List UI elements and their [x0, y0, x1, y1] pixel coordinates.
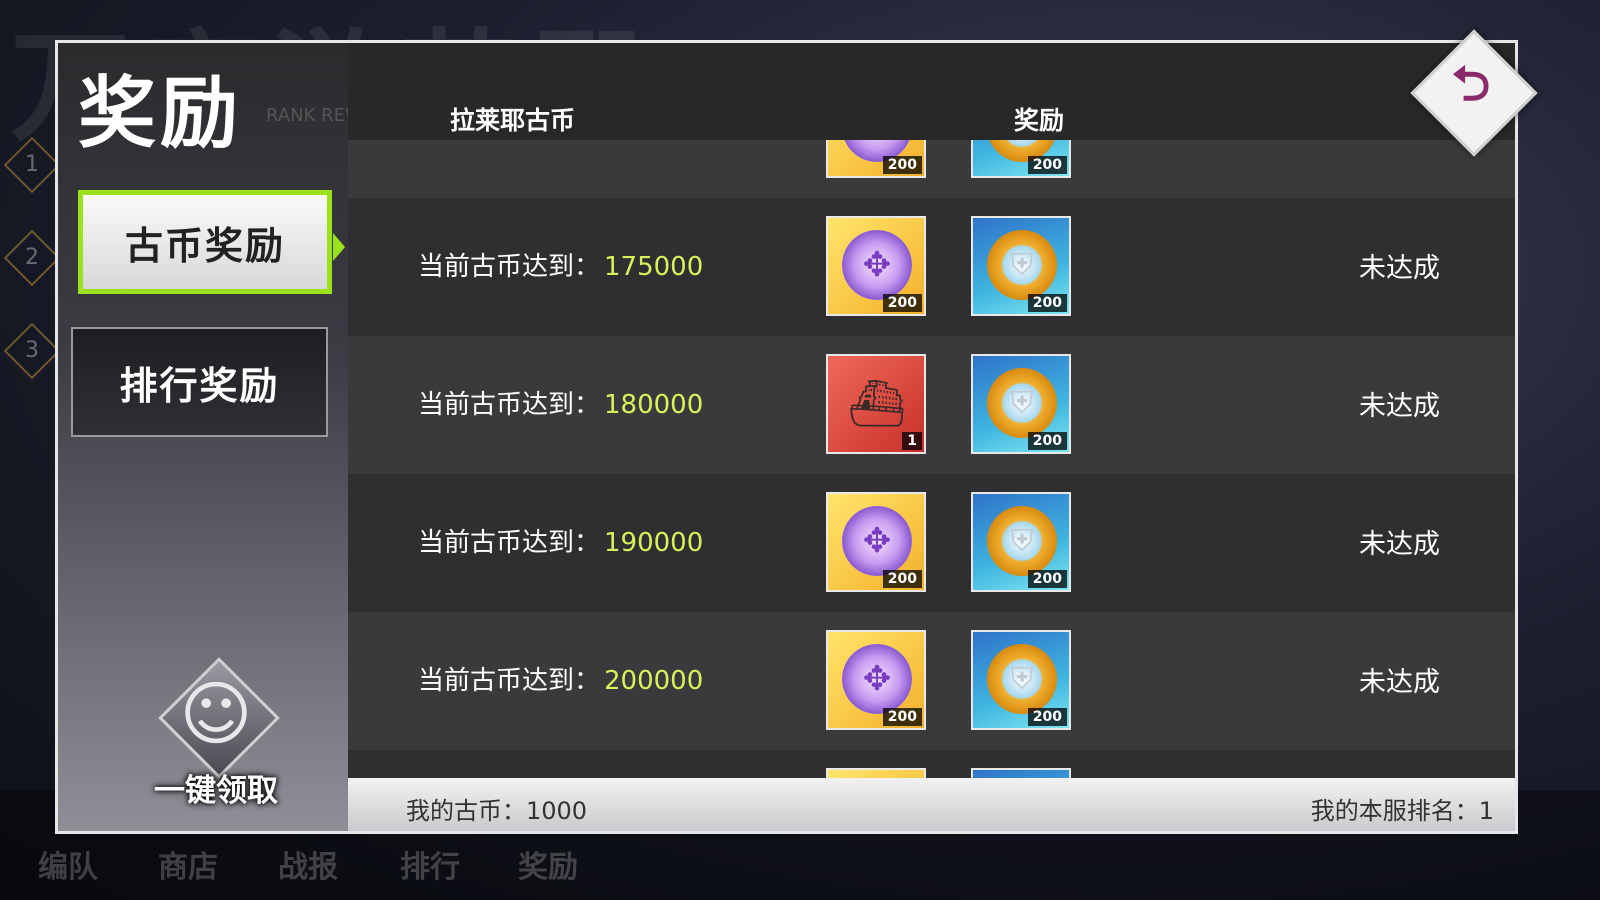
requirement: 当前古币达到： 200000	[418, 666, 704, 696]
reward-quantity: 200	[882, 156, 922, 174]
reward-quantity: 200	[1027, 156, 1067, 174]
footer-bar: 我的古币：1000 我的本服排名：1	[348, 778, 1515, 831]
status-label: 未达成	[1359, 667, 1440, 698]
claim-all-button[interactable]: ☺ 一键领取	[136, 647, 296, 809]
reward-row	[348, 750, 1515, 778]
gold-shield-medal-icon: ⛨	[987, 230, 1057, 300]
reward-item[interactable]	[826, 768, 926, 778]
background-nav-item: 编队	[38, 850, 98, 885]
requirement: 当前古币达到： 175000	[418, 252, 704, 282]
reward-panel: 奖励 古币奖励 排行奖励 ☺ 一键领取 RANK REWARD 拉莱耶古币 奖励…	[55, 40, 1518, 834]
status-label: 未达成	[1359, 391, 1440, 422]
gold-shield-medal-icon: ⛨	[987, 506, 1057, 576]
reward-quantity: 200	[882, 570, 922, 588]
column-header-coin: 拉莱耶古币	[450, 106, 576, 135]
gold-shield-medal-icon: ⛨	[987, 644, 1057, 714]
background-nav-item: 商店	[158, 850, 218, 885]
reward-item[interactable]: ⛨ 200	[971, 492, 1071, 592]
status-label: 未达成	[1359, 529, 1440, 560]
reward-item[interactable]: ⛴ 1	[826, 354, 926, 454]
tab-rank-reward[interactable]: 排行奖励	[71, 327, 328, 437]
reward-item[interactable]: ✥ 200	[826, 216, 926, 316]
back-arrow-icon: ⮌	[1451, 55, 1491, 112]
purple-medal-icon: ✥	[842, 644, 912, 714]
reward-quantity: 200	[1027, 294, 1067, 312]
reward-row: 当前古币达到： 175000 ✥ 200 ⛨ 200 未达成	[348, 198, 1515, 336]
reward-quantity: 200	[1027, 432, 1067, 450]
purple-medal-icon: ✥	[842, 506, 912, 576]
chest-character-icon: ☺	[179, 673, 253, 755]
requirement-value: 190000	[604, 528, 704, 558]
requirement: 当前古币达到： 190000	[418, 528, 704, 558]
reward-list[interactable]: ✥ 200 ⛨ 200 当前古币达到：175000 ✥ 200 ⛨ 200 未达…	[348, 140, 1515, 778]
requirement: 当前古币达到： 180000	[418, 390, 704, 420]
reward-row: 当前古币达到： 200000 ✥ 200 ⛨ 200 未达成	[348, 612, 1515, 750]
reward-item[interactable]: ✥ 200	[826, 630, 926, 730]
reward-quantity: 200	[1027, 570, 1067, 588]
sidebar: 奖励 古币奖励 排行奖励 ☺ 一键领取	[58, 43, 348, 831]
reward-row: 当前古币达到： 190000 ✥ 200 ⛨ 200 未达成	[348, 474, 1515, 612]
background-rank-badge: 2	[3, 229, 61, 287]
background-nav-item: 排行	[400, 850, 460, 885]
requirement-value: 200000	[604, 666, 704, 696]
ship-figure-icon: ⛴	[847, 375, 907, 430]
requirement-value: 180000	[604, 390, 704, 420]
back-button[interactable]: ⮌	[1410, 29, 1538, 157]
reward-item[interactable]: ⛨ 200	[971, 630, 1071, 730]
status-label: 未达成	[1359, 253, 1440, 284]
reward-row: ✥ 200 ⛨ 200	[348, 140, 1515, 198]
reward-quantity: 200	[1027, 708, 1067, 726]
column-header-reward: 奖励	[1014, 106, 1065, 135]
reward-item[interactable]: ⛨ 200	[971, 216, 1071, 316]
requirement-value: 175000	[604, 252, 704, 282]
my-coins: 我的古币：1000	[406, 797, 588, 825]
reward-item[interactable]	[971, 768, 1071, 778]
reward-item[interactable]: ⛨ 200	[971, 140, 1071, 178]
background-rank-badge: 3	[3, 322, 61, 380]
reward-item[interactable]: ✥ 200	[826, 140, 926, 178]
gold-shield-medal-icon: ⛨	[987, 368, 1057, 438]
background-nav-item: 奖励	[518, 850, 578, 885]
reward-quantity: 1	[902, 432, 922, 450]
reward-quantity: 200	[882, 708, 922, 726]
background-nav-item: 战报	[278, 850, 338, 885]
my-rank: 我的本服排名：1	[1310, 797, 1494, 825]
panel-title: 奖励	[78, 69, 243, 159]
table-header: 拉莱耶古币 奖励	[348, 43, 1515, 140]
purple-medal-icon: ✥	[842, 230, 912, 300]
reward-row: 当前古币达到： 180000 ⛴ 1 ⛨ 200 未达成	[348, 336, 1515, 474]
tab-coin-reward[interactable]: 古币奖励	[78, 190, 345, 294]
reward-item[interactable]: ✥ 200	[826, 492, 926, 592]
claim-all-label: 一键领取	[154, 773, 278, 809]
reward-item[interactable]: ⛨ 200	[971, 354, 1071, 454]
reward-quantity: 200	[882, 294, 922, 312]
